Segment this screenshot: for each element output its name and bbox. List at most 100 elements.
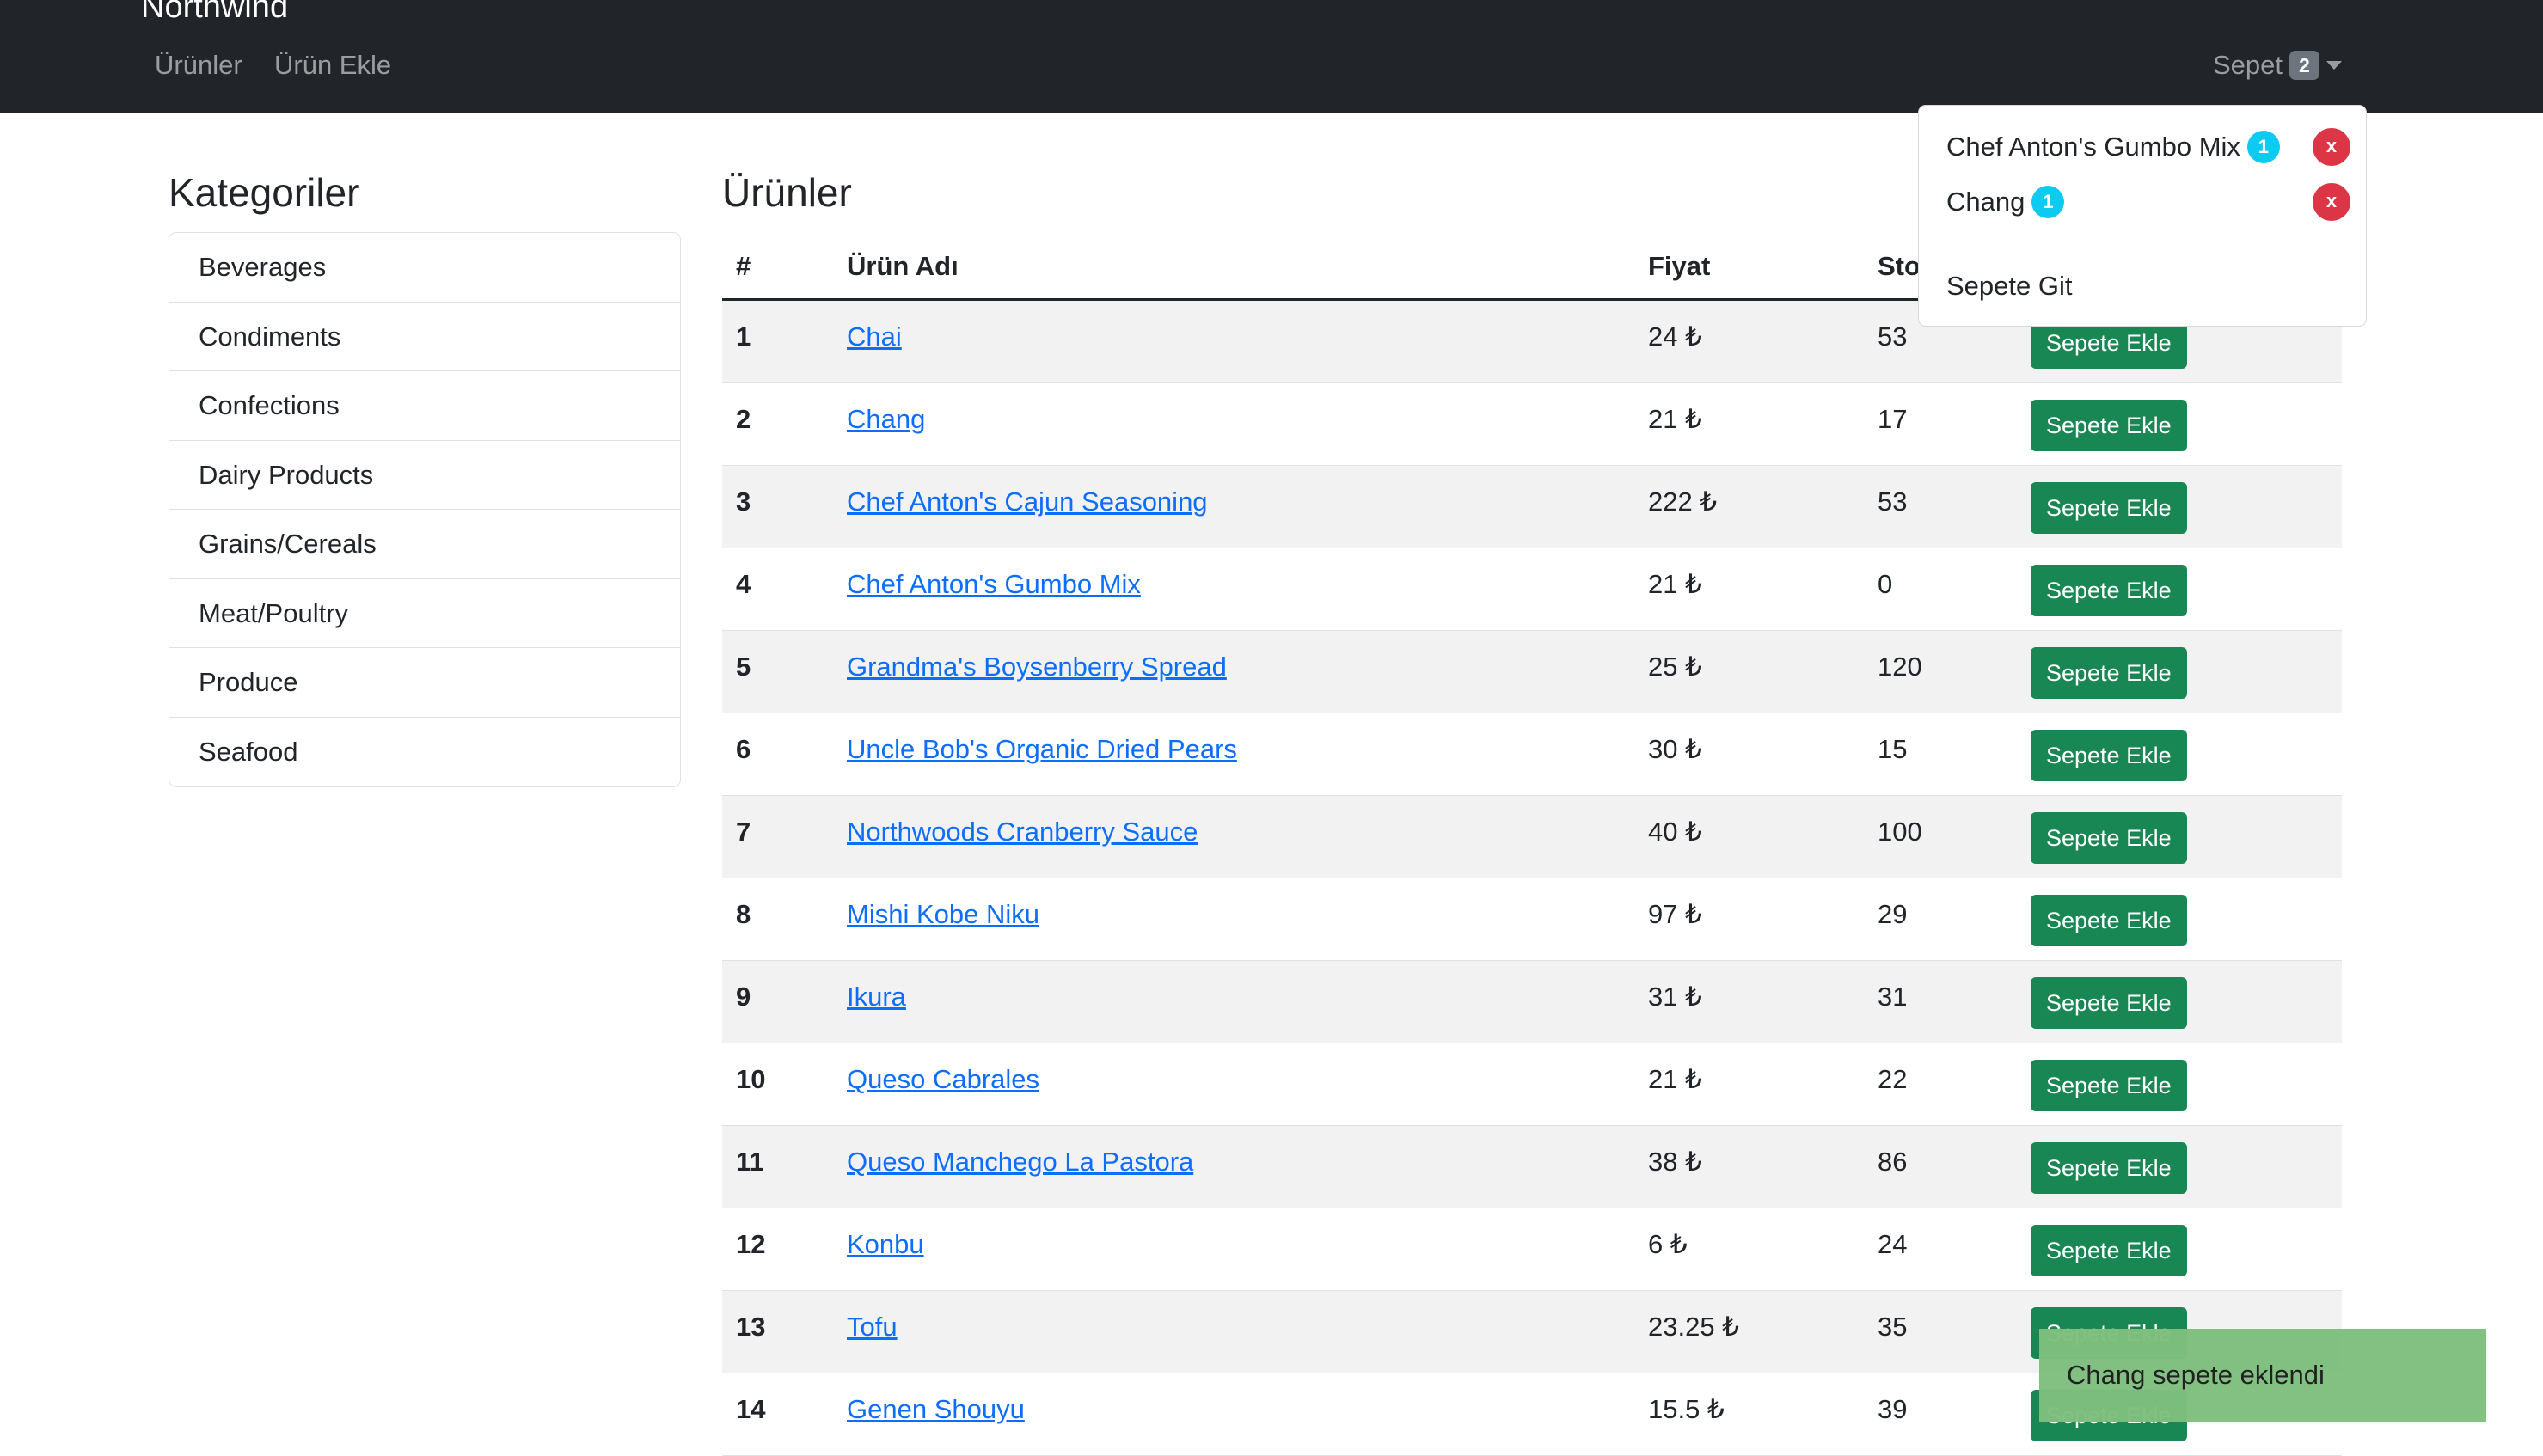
product-stock: 35: [1878, 1312, 1908, 1342]
add-to-cart-button[interactable]: Sepete Ekle: [2031, 977, 2187, 1029]
product-price: 97 ₺: [1648, 899, 1702, 929]
product-price: 38 ₺: [1648, 1147, 1702, 1177]
brand-logo[interactable]: Northwind: [141, 0, 288, 26]
product-id: 5: [736, 652, 751, 682]
add-to-cart-button[interactable]: Sepete Ekle: [2031, 482, 2187, 534]
product-price: 24 ₺: [1648, 321, 1702, 352]
category-item-condiments[interactable]: Condiments: [169, 303, 680, 371]
add-to-cart-button[interactable]: Sepete Ekle: [2031, 1225, 2187, 1276]
product-price: 31 ₺: [1648, 982, 1702, 1012]
product-stock: 22: [1878, 1064, 1908, 1094]
product-name-link[interactable]: Northwoods Cranberry Sauce: [847, 815, 1198, 849]
category-item-produce[interactable]: Produce: [169, 648, 680, 718]
category-item-seafood[interactable]: Seafood: [169, 718, 680, 787]
cart-item[interactable]: Chef Anton's Gumbo Mix 1 x: [1946, 126, 2350, 168]
product-price: 15.5 ₺: [1648, 1394, 1725, 1424]
table-row: 5 Grandma's Boysenberry Spread 25 ₺ 120 Sepe…: [722, 631, 2342, 713]
product-stock: 24: [1878, 1229, 1908, 1259]
product-price: 25 ₺: [1648, 652, 1702, 682]
table-row: 6 Uncle Bob's Organic Dried Pears 30 ₺ 15 Se…: [722, 713, 2342, 796]
product-stock: 17: [1878, 404, 1908, 434]
product-id: 7: [736, 817, 751, 847]
product-price: 21 ₺: [1648, 404, 1702, 434]
product-price: 6 ₺: [1648, 1229, 1688, 1259]
product-stock: 15: [1878, 734, 1908, 764]
cart-count-badge: 2: [2289, 51, 2319, 80]
product-id: 13: [736, 1312, 766, 1342]
product-name-link[interactable]: Chang: [847, 402, 925, 437]
product-id: 6: [736, 734, 751, 764]
product-id: 8: [736, 899, 751, 929]
toast-notification: Chang sepete eklendi: [2039, 1329, 2486, 1422]
product-stock: 86: [1878, 1147, 1908, 1177]
add-to-cart-button[interactable]: Sepete Ekle: [2031, 895, 2187, 946]
category-item-confections[interactable]: Confections: [169, 371, 680, 441]
product-price: 30 ₺: [1648, 734, 1702, 764]
go-to-cart-link[interactable]: Sepete Git: [1946, 266, 2350, 307]
cart-dropdown-toggle[interactable]: Sepet 2: [2213, 46, 2342, 84]
table-row: 9 Ikura 31 ₺ 31 Sepete Ekle: [722, 961, 2342, 1043]
product-name-link[interactable]: Chai: [847, 320, 902, 354]
product-stock: 39: [1878, 1394, 1908, 1424]
product-id: 12: [736, 1229, 766, 1259]
product-id: 10: [736, 1064, 766, 1094]
product-name-link[interactable]: Queso Cabrales: [847, 1062, 1039, 1097]
add-to-cart-button[interactable]: Sepete Ekle: [2031, 812, 2187, 864]
product-stock: 31: [1878, 982, 1908, 1012]
table-row: 2 Chang 21 ₺ 17 Sepete Ekle: [722, 383, 2342, 466]
add-to-cart-button[interactable]: Sepete Ekle: [2031, 1060, 2187, 1111]
add-to-cart-button[interactable]: Sepete Ekle: [2031, 565, 2187, 616]
product-name-link[interactable]: Uncle Bob's Organic Dried Pears: [847, 732, 1237, 767]
go-to-cart-label: Sepete Git: [1946, 271, 2073, 301]
category-item-grains-cereals[interactable]: Grains/Cereals: [169, 510, 680, 579]
table-row: 12 Konbu 6 ₺ 24 Sepete Ekle: [722, 1208, 2342, 1291]
add-to-cart-button[interactable]: Sepete Ekle: [2031, 400, 2187, 451]
add-to-cart-button[interactable]: Sepete Ekle: [2031, 1142, 2187, 1194]
category-list: Beverages Condiments Confections Dairy P…: [169, 232, 681, 787]
product-name-link[interactable]: Genen Shouyu: [847, 1392, 1025, 1427]
product-name-link[interactable]: Tofu: [847, 1310, 898, 1344]
navbar: Northwind Ürünler Ürün Ekle Sepet 2: [0, 0, 2543, 113]
product-stock: 0: [1878, 569, 1893, 599]
product-id: 9: [736, 982, 751, 1012]
product-id: 3: [736, 486, 751, 517]
category-item-beverages[interactable]: Beverages: [169, 233, 680, 303]
product-price: 21 ₺: [1648, 1064, 1702, 1094]
category-item-dairy-products[interactable]: Dairy Products: [169, 441, 680, 510]
nav-link-urunler[interactable]: Ürünler: [155, 48, 242, 83]
product-name-link[interactable]: Mishi Kobe Niku: [847, 897, 1039, 932]
table-body: 1 Chai 24 ₺ 53 Sepete Ekle 2 Chang 21 ₺ 17 Sepete…: [722, 301, 2342, 1456]
add-to-cart-button[interactable]: Sepete Ekle: [2031, 647, 2187, 699]
product-stock: 53: [1878, 321, 1908, 352]
table-row: 10 Queso Cabrales 21 ₺ 22 Sepete Ekle: [722, 1043, 2342, 1126]
column-header-price: Fiyat: [1648, 251, 1711, 281]
product-stock: 29: [1878, 899, 1908, 929]
product-name-link[interactable]: Queso Manchego La Pastora: [847, 1145, 1193, 1179]
products-table: # Ürün Adı Fiyat Sto 1 Chai 24 ₺ 53 Sepete E…: [722, 232, 2342, 1456]
remove-item-button[interactable]: x: [2313, 128, 2350, 166]
product-price: 40 ₺: [1648, 817, 1702, 847]
cart-label: Sepet: [2213, 50, 2283, 80]
product-id: 11: [736, 1147, 764, 1177]
product-price: 222 ₺: [1648, 486, 1718, 517]
cart-item-qty-badge: 1: [2246, 131, 2280, 163]
categories-title: Kategoriler: [169, 170, 360, 215]
add-to-cart-button[interactable]: Sepete Ekle: [2031, 730, 2187, 781]
nav-link-urun-ekle[interactable]: Ürün Ekle: [274, 48, 391, 83]
product-name-link[interactable]: Konbu: [847, 1227, 924, 1262]
product-name-link[interactable]: Ikura: [847, 980, 906, 1014]
product-name-link[interactable]: Grandma's Boysenberry Spread: [847, 650, 1227, 684]
product-name-link[interactable]: Chef Anton's Gumbo Mix: [847, 567, 1141, 602]
products-title: Ürünler: [722, 170, 852, 215]
remove-item-button[interactable]: x: [2313, 183, 2350, 221]
category-item-meat-poultry[interactable]: Meat/Poultry: [169, 579, 680, 648]
product-stock: 53: [1878, 486, 1908, 517]
table-row: 7 Northwoods Cranberry Sauce 40 ₺ 100 Sepete…: [722, 796, 2342, 878]
cart-item[interactable]: Chang 1 x: [1946, 181, 2350, 223]
product-price: 23.25 ₺: [1648, 1312, 1739, 1342]
product-id: 2: [736, 404, 751, 434]
product-id: 4: [736, 569, 751, 599]
product-name-link[interactable]: Chef Anton's Cajun Seasoning: [847, 485, 1208, 519]
cart-item-name: Chang: [1946, 187, 2025, 217]
cart-item-qty-badge: 1: [2031, 186, 2065, 218]
